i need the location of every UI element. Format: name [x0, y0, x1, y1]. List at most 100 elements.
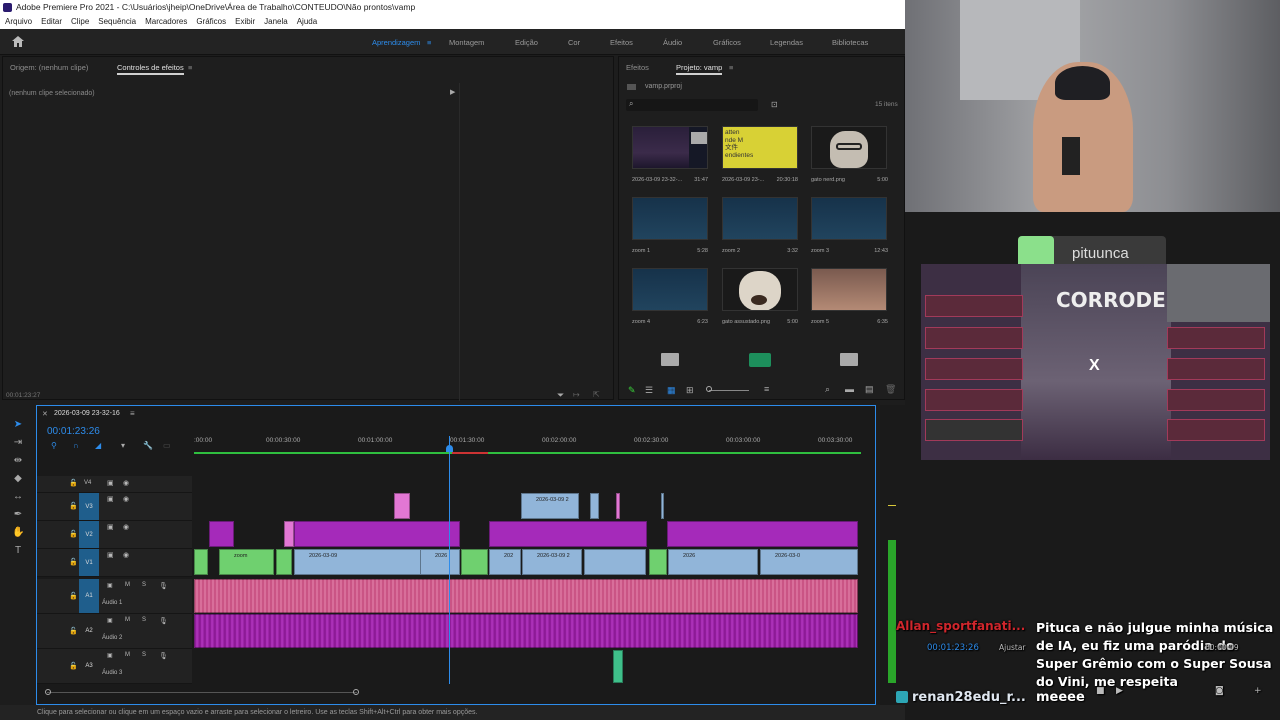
new-item-icon[interactable]: ▤ — [865, 384, 874, 395]
track-label-v2[interactable]: V2 — [79, 521, 99, 548]
lock-icon[interactable]: 🔓 — [69, 662, 78, 670]
new-folder-icon[interactable]: ▬ — [845, 384, 854, 394]
clip[interactable] — [394, 493, 410, 519]
filter-icon[interactable]: ⏷ — [557, 390, 564, 401]
clip[interactable] — [461, 549, 488, 575]
clip[interactable]: zoom — [219, 549, 274, 575]
lock-icon[interactable]: 🔓 — [69, 530, 78, 538]
track-select-icon[interactable]: ⇥ — [12, 437, 24, 449]
clip[interactable] — [661, 493, 664, 519]
icon-view-icon[interactable]: ▦ — [667, 385, 676, 396]
fit-dropdown[interactable]: Ajustar — [999, 643, 1026, 652]
thumb-item-2[interactable]: atten nde M 文件 endientes — [722, 126, 798, 169]
folder-icon[interactable] — [661, 353, 679, 366]
mute-button[interactable]: M — [125, 617, 130, 623]
lock-icon[interactable]: 🔓 — [69, 502, 78, 510]
workspace-cor[interactable]: Cor — [568, 38, 580, 47]
ripple-edit-icon[interactable]: ⇹ — [12, 455, 24, 467]
freeform-view-icon[interactable]: ⊞ — [686, 385, 694, 396]
menu-editar[interactable]: Editar — [36, 17, 66, 26]
home-icon[interactable] — [12, 36, 24, 47]
mute-button[interactable]: M — [125, 582, 130, 588]
solo-button[interactable]: S — [142, 582, 146, 588]
track-label-a1[interactable]: A1 — [79, 579, 99, 613]
audio-clip-a3[interactable] — [613, 650, 623, 683]
time-ruler[interactable]: :00:00 00:00:30:00 00:01:00:00 00:01:30:… — [194, 432, 861, 454]
menu-marcadores[interactable]: Marcadores — [140, 17, 191, 26]
solo-button[interactable]: S — [142, 652, 146, 658]
menu-exibir[interactable]: Exibir — [230, 17, 259, 26]
expand-arrow-icon[interactable]: ▶ — [450, 88, 455, 96]
type-tool-icon[interactable]: T — [12, 545, 24, 557]
camera-icon[interactable]: ◙ — [1215, 686, 1224, 696]
clip[interactable] — [276, 549, 292, 575]
clip[interactable] — [209, 521, 234, 547]
thumb-item-7[interactable] — [632, 268, 708, 311]
playhead-handle[interactable] — [446, 445, 453, 452]
scroll-handle-left[interactable] — [45, 689, 51, 695]
zoom-slider-handle[interactable] — [706, 386, 712, 392]
eye-icon[interactable]: ◉ — [123, 523, 129, 531]
clip[interactable]: 2026-03-09 2 — [521, 493, 579, 519]
project-menu-icon[interactable]: ≡ — [729, 63, 733, 72]
workspace-efeitos[interactable]: Efeitos — [610, 38, 633, 47]
zoom-slider[interactable] — [709, 390, 749, 391]
clip[interactable] — [294, 521, 460, 547]
lock-icon[interactable]: 🔓 — [69, 592, 78, 600]
lock-icon[interactable]: 🔓 — [69, 558, 78, 566]
track-label-a3[interactable]: A3 — [79, 649, 99, 683]
clip[interactable]: 2026 — [668, 549, 758, 575]
sequence-name[interactable]: 2026-03-09 23-32-16 — [54, 410, 120, 417]
thumb-item-4[interactable] — [632, 197, 708, 240]
menu-arquivo[interactable]: Arquivo — [0, 17, 36, 26]
sort-icon[interactable]: ≡ — [764, 384, 769, 394]
clip[interactable]: 2026 — [420, 549, 460, 575]
snap-icon[interactable]: ⚲ — [51, 441, 57, 450]
lock-icon[interactable]: 🔓 — [69, 627, 78, 635]
pen-tool-icon[interactable]: ✒ — [12, 509, 24, 521]
trash-icon[interactable]: 🗑 — [885, 384, 896, 395]
project-search-input[interactable]: ⌕ — [626, 99, 758, 111]
add-button-icon[interactable]: + — [1254, 686, 1262, 696]
menu-graficos[interactable]: Gráficos — [191, 17, 230, 26]
horizontal-zoom-scroll[interactable] — [47, 692, 357, 693]
scroll-handle-right[interactable] — [353, 689, 359, 695]
clip[interactable]: 2026-03-0 — [760, 549, 858, 575]
solo-button[interactable]: S — [142, 617, 146, 623]
mute-button[interactable]: M — [125, 652, 130, 658]
list-view-icon[interactable]: ☰ — [645, 385, 653, 396]
clip[interactable] — [590, 493, 599, 519]
eye-icon[interactable]: ◉ — [123, 551, 129, 559]
thumb-item-3[interactable] — [811, 126, 887, 169]
stop-icon[interactable]: ■ — [1096, 686, 1105, 696]
workspace-menu-icon[interactable]: ≡ — [427, 38, 431, 47]
play-icon[interactable]: ▶ — [1116, 686, 1123, 696]
eye-icon[interactable]: ◉ — [123, 479, 129, 487]
export-icon[interactable]: ↦ — [573, 390, 580, 399]
film-icon[interactable]: ▣ — [107, 551, 114, 559]
tab-project[interactable]: Projeto: vamp — [676, 63, 723, 75]
film-icon[interactable]: ▣ — [107, 582, 113, 589]
panel-menu-icon[interactable]: ≡ — [188, 63, 192, 72]
film-icon[interactable]: ▣ — [107, 652, 113, 659]
folder-icon-2[interactable] — [840, 353, 858, 366]
track-label-a2[interactable]: A2 — [79, 614, 99, 648]
lock-icon[interactable]: 🔓 — [69, 479, 78, 487]
playhead[interactable] — [449, 436, 450, 684]
clip[interactable] — [649, 549, 667, 575]
film-icon[interactable]: ▣ — [107, 523, 114, 531]
selection-tool-icon[interactable]: ➤ — [12, 419, 24, 431]
new-bin-icon[interactable]: ⊡ — [771, 100, 778, 109]
audio-bin-icon[interactable] — [749, 353, 771, 367]
linked-select-icon[interactable]: ∩ — [73, 441, 79, 450]
thumb-item-1[interactable] — [632, 126, 708, 169]
film-icon[interactable]: ▣ — [107, 495, 114, 503]
menu-clipe[interactable]: Clipe — [66, 17, 93, 26]
track-label-v3[interactable]: V3 — [79, 493, 99, 520]
thumb-item-5[interactable] — [722, 197, 798, 240]
clip[interactable] — [667, 521, 858, 547]
menu-sequencia[interactable]: Sequência — [93, 17, 140, 26]
captions-icon[interactable]: ▭ — [163, 441, 171, 450]
workspace-bibliotecas[interactable]: Bibliotecas — [832, 38, 868, 47]
workspace-audio[interactable]: Áudio — [663, 38, 682, 47]
